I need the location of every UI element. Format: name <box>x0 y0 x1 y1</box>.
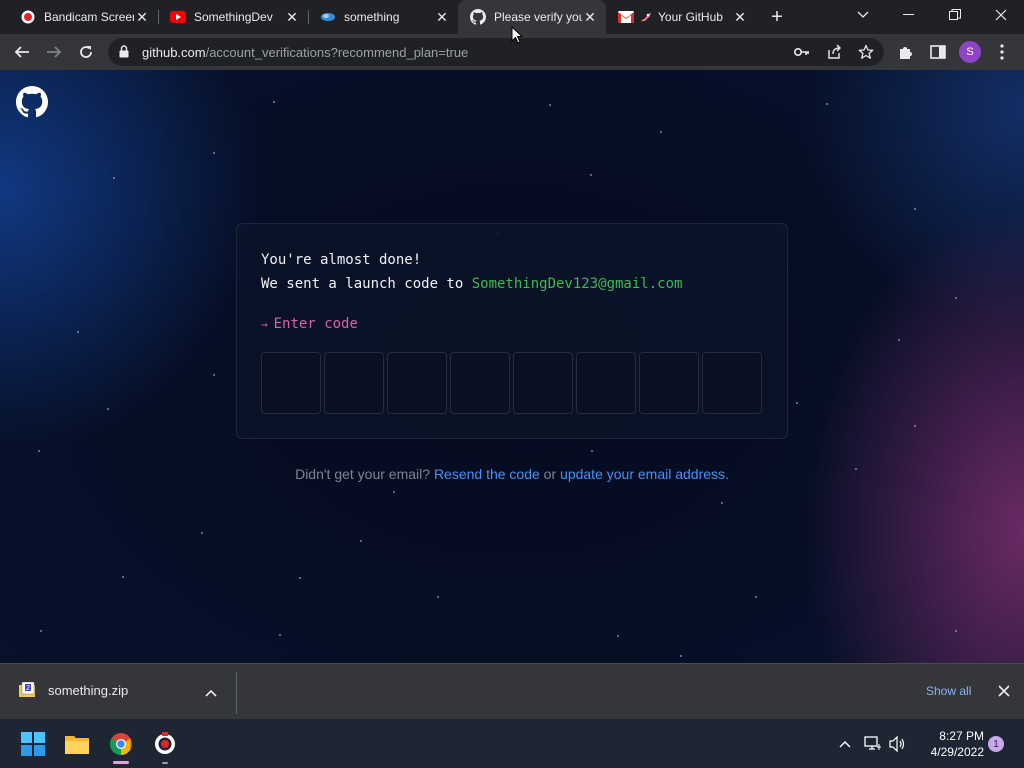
tab-gmail[interactable]: Your GitHub ✕ <box>606 0 756 34</box>
bandicam-app-icon[interactable] <box>152 731 178 757</box>
running-app-indicator <box>162 762 168 764</box>
code-digit-input[interactable] <box>576 352 636 414</box>
reload-button[interactable] <box>74 40 98 64</box>
download-file-name: something.zip <box>48 682 129 698</box>
resend-code-link[interactable]: Resend the code <box>434 466 540 482</box>
bookmark-star-icon[interactable] <box>856 42 876 62</box>
code-digit-input[interactable] <box>513 352 573 414</box>
menu-kebab-icon[interactable] <box>990 40 1014 64</box>
clock-date: 4/29/2022 <box>930 745 984 759</box>
code-digit-input[interactable] <box>702 352 762 414</box>
github-icon <box>470 9 486 25</box>
clock-time: 8:27 PM <box>939 729 984 743</box>
active-app-indicator <box>113 761 129 764</box>
lock-icon[interactable] <box>119 45 129 63</box>
minimize-button[interactable] <box>886 0 932 30</box>
prompt-arrow-icon: → <box>261 318 268 331</box>
code-digit-input[interactable] <box>639 352 699 414</box>
update-email-link[interactable]: update your email address <box>560 466 725 482</box>
mouse-cursor-icon <box>511 26 523 44</box>
extensions-icon[interactable] <box>894 40 918 64</box>
download-item[interactable]: Z something.zip <box>18 682 128 698</box>
close-tab-icon[interactable]: ✕ <box>582 9 598 25</box>
tab-title: something <box>344 10 400 24</box>
code-digit-input[interactable] <box>387 352 447 414</box>
new-tab-button[interactable]: + <box>765 6 789 28</box>
system-clock[interactable]: 8:27 PM 4/29/2022 <box>914 728 984 760</box>
tab-title: SomethingDev <box>194 10 273 24</box>
page-content: You're almost done! We sent a launch cod… <box>0 70 1024 663</box>
enter-code-prompt: → Enter code <box>261 316 358 332</box>
windows-start-icon[interactable] <box>20 731 46 757</box>
side-panel-icon[interactable] <box>926 40 950 64</box>
close-tab-icon[interactable]: ✕ <box>134 9 150 25</box>
tab-title: Your GitHub <box>658 10 723 24</box>
sent-text: We sent a launch code to <box>261 276 472 292</box>
code-digit-input[interactable] <box>450 352 510 414</box>
close-tab-icon[interactable]: ✕ <box>434 9 450 25</box>
youtube-icon <box>170 9 186 25</box>
tab-github-verify[interactable]: Please verify your ✕ <box>458 0 606 34</box>
divider <box>236 672 237 714</box>
svg-text:Z: Z <box>26 685 30 692</box>
footer-suffix: . <box>725 466 729 482</box>
zip-file-icon: Z <box>18 682 36 698</box>
github-logo-icon[interactable] <box>16 86 48 118</box>
gmail-icon <box>618 9 634 25</box>
footer-prefix: Didn't get your email? <box>295 466 434 482</box>
network-icon[interactable] <box>864 735 882 753</box>
tab-bandicam[interactable]: Bandicam Screen ✕ <box>8 0 158 34</box>
bandicam-icon <box>20 9 36 25</box>
rocket-icon <box>638 9 654 25</box>
chevron-up-icon[interactable] <box>205 684 217 702</box>
code-input-group <box>261 352 762 414</box>
card-heading: You're almost done! <box>261 252 422 268</box>
chrome-icon[interactable] <box>108 731 134 757</box>
url-host: github.com <box>142 45 206 60</box>
url-path: /account_verifications?recommend_plan=tr… <box>205 45 469 60</box>
url-text: github.com/account_verifications?recomme… <box>142 45 468 60</box>
show-all-button[interactable]: Show all <box>926 684 971 698</box>
site-icon <box>320 9 336 25</box>
resend-help-text: Didn't get your email? Resend the code o… <box>0 466 1024 482</box>
sent-message: We sent a launch code to SomethingDev123… <box>261 276 682 292</box>
chevron-up-tray-icon[interactable] <box>836 735 854 753</box>
profile-avatar[interactable]: S <box>959 41 981 63</box>
back-button[interactable] <box>10 40 34 64</box>
close-tab-icon[interactable]: ✕ <box>732 9 748 25</box>
key-icon[interactable] <box>792 42 812 62</box>
forward-button[interactable] <box>42 40 66 64</box>
restore-button[interactable] <box>932 0 978 30</box>
windows-taskbar: 8:27 PM 4/29/2022 1 <box>0 719 1024 768</box>
tab-search-button[interactable] <box>840 0 886 30</box>
tab-something[interactable]: something ✕ <box>308 0 458 34</box>
close-downloads-icon[interactable] <box>998 684 1010 702</box>
address-bar[interactable]: github.com/account_verifications?recomme… <box>108 38 884 66</box>
file-explorer-icon[interactable] <box>64 731 90 757</box>
code-digit-input[interactable] <box>261 352 321 414</box>
code-digit-input[interactable] <box>324 352 384 414</box>
prompt-label: Enter code <box>273 316 358 332</box>
share-icon[interactable] <box>824 42 844 62</box>
volume-icon[interactable] <box>889 735 907 753</box>
downloads-bar: Z something.zip Show all <box>0 663 1024 719</box>
verification-card: You're almost done! We sent a launch cod… <box>236 223 788 439</box>
notification-badge[interactable]: 1 <box>988 736 1004 752</box>
close-window-button[interactable] <box>978 0 1024 30</box>
tab-somethingdev[interactable]: SomethingDev ✕ <box>158 0 308 34</box>
footer-or: or <box>539 466 561 482</box>
tab-title: Bandicam Screen <box>44 10 134 24</box>
close-tab-icon[interactable]: ✕ <box>284 9 300 25</box>
tab-title: Please verify your <box>494 10 582 24</box>
email-address: SomethingDev123@gmail.com <box>471 276 683 292</box>
